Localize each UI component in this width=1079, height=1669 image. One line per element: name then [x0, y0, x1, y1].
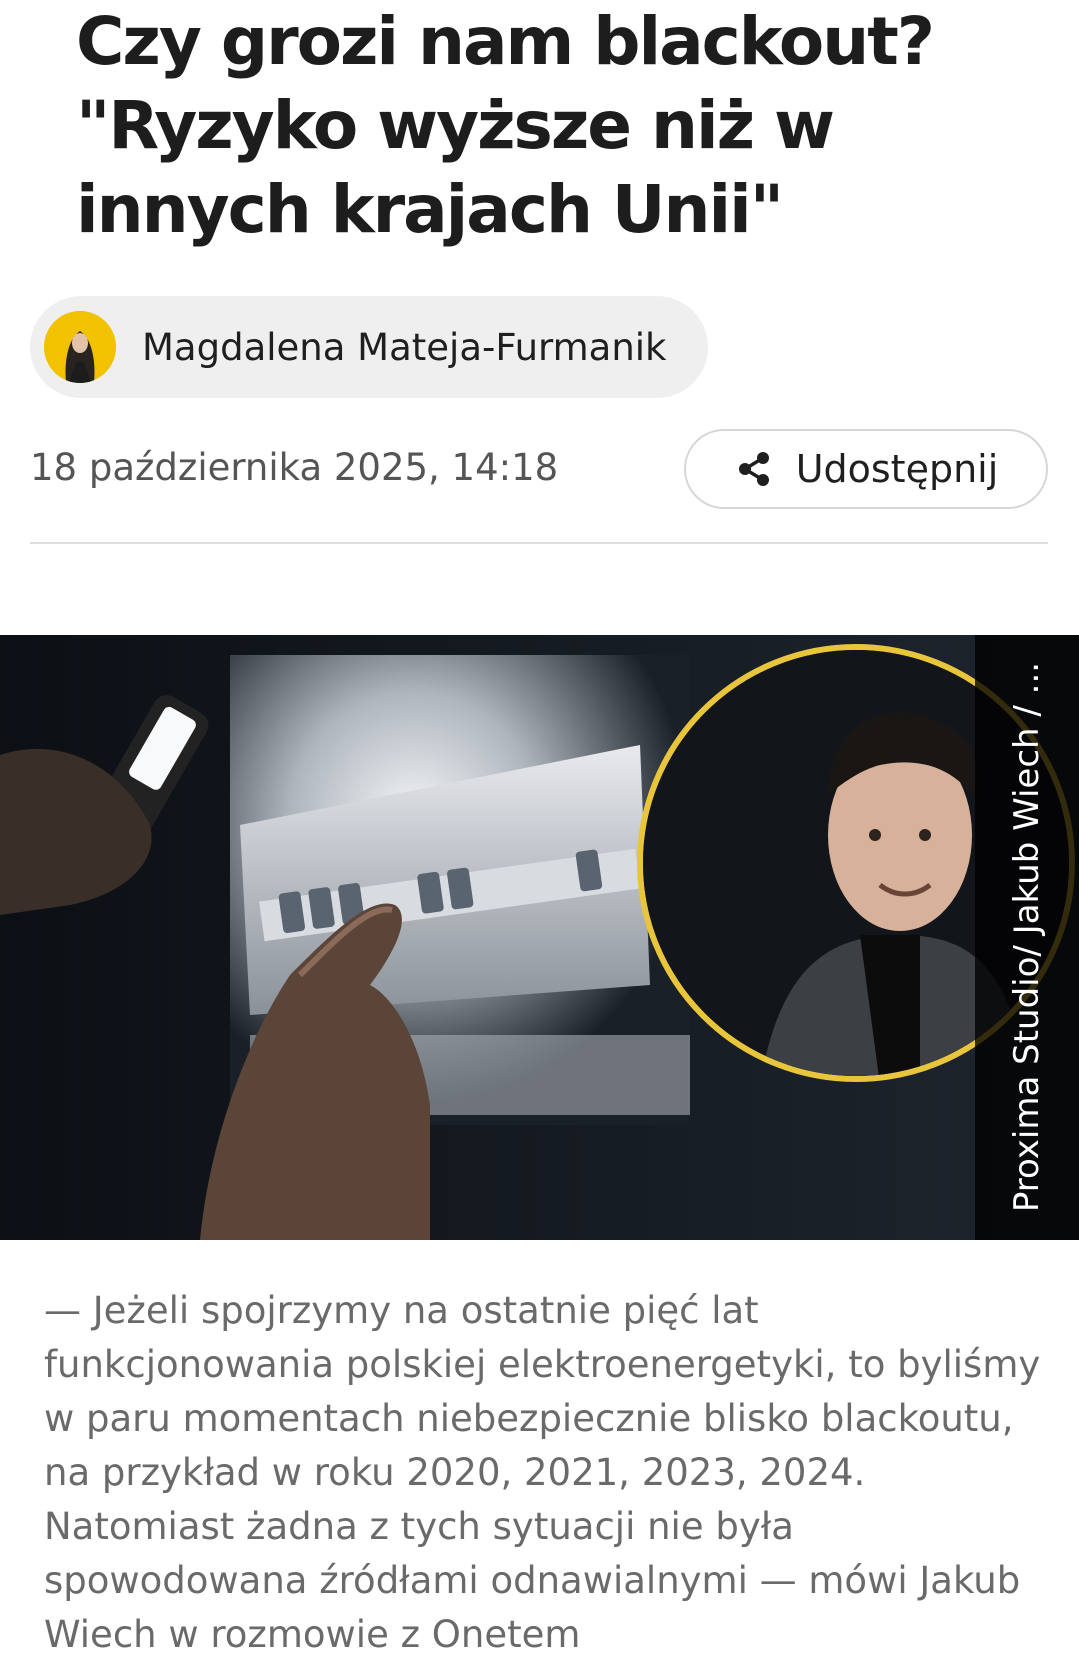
share-button[interactable]: Udostępnij [684, 429, 1048, 509]
publish-date: 18 października 2025, 14:18 [30, 446, 559, 489]
photo-credit: Proxima Studio/ Jakub Wiech / ... [1007, 661, 1047, 1213]
hero-illustration [0, 635, 1079, 1240]
author-avatar [44, 311, 116, 383]
article-title: Czy grozi nam blackout? "Ryzyko wyższe n… [76, 3, 935, 248]
divider [30, 542, 1048, 544]
author-name: Magdalena Mateja-Furmanik [142, 325, 667, 369]
share-label: Udostępnij [795, 447, 999, 491]
photo-credit-strip: Proxima Studio/ Jakub Wiech / ... [975, 635, 1079, 1240]
article-lead: — Jeżeli spojrzymy na ostatnie pięć lat … [44, 1289, 1041, 1656]
article-hero-image[interactable]: Proxima Studio/ Jakub Wiech / ... [0, 635, 1079, 1240]
share-icon [734, 449, 774, 489]
author-chip[interactable]: Magdalena Mateja-Furmanik [30, 296, 708, 398]
